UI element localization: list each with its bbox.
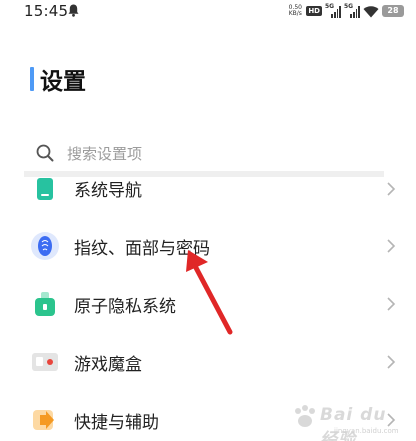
settings-item-atomic-privacy[interactable]: 原子隐私系统	[0, 275, 416, 333]
settings-item-label: 系统导航	[74, 181, 142, 201]
settings-item-label: 快捷与辅助	[74, 412, 159, 433]
settings-item-label: 指纹、面部与密码	[74, 238, 210, 259]
settings-item-fingerprint-face-password[interactable]: 指纹、面部与密码	[0, 217, 416, 275]
signal-strength-1-icon: 5G	[325, 3, 341, 18]
title-accent-bar	[30, 67, 34, 91]
chevron-right-icon	[387, 297, 396, 311]
watermark-url: jingyan.baidu.com	[334, 427, 399, 435]
status-bar: 15:45 0.50 KB/s HD 5G 5G 28	[0, 0, 416, 24]
settings-item-label: 游戏魔盒	[74, 354, 142, 375]
settings-item-system-navigation[interactable]: 系统导航	[0, 178, 416, 204]
notification-bell-icon	[68, 4, 79, 17]
search-placeholder: 搜索设置项	[67, 144, 143, 163]
chevron-right-icon	[387, 355, 396, 369]
game-box-icon	[30, 347, 60, 377]
wifi-icon	[363, 5, 379, 17]
paw-logo-icon	[295, 405, 315, 427]
hd-badge: HD	[306, 6, 322, 16]
chevron-right-icon	[387, 182, 396, 196]
privacy-icon	[30, 289, 60, 319]
search-icon	[36, 144, 54, 162]
page-title: 设置	[40, 69, 86, 95]
fingerprint-icon	[30, 231, 60, 261]
battery-icon: 28	[382, 5, 404, 17]
navigation-icon	[30, 178, 60, 204]
watermark: Bai du 经验 jingyan.baidu.com	[290, 399, 410, 441]
shortcut-icon	[30, 405, 60, 435]
network-speed: 0.50 KB/s	[288, 4, 302, 17]
chevron-right-icon	[387, 239, 396, 253]
search-divider	[24, 171, 384, 177]
page-header: 设置	[30, 64, 86, 95]
signal-strength-2-icon: 5G	[344, 3, 360, 18]
status-indicators: 0.50 KB/s HD 5G 5G 28	[287, 2, 404, 20]
status-time: 15:45	[24, 2, 69, 20]
watermark-text: Bai du 经验	[320, 405, 387, 441]
settings-item-game-box[interactable]: 游戏魔盒	[0, 333, 416, 391]
search-input[interactable]: 搜索设置项	[24, 136, 384, 170]
settings-item-label: 原子隐私系统	[74, 296, 176, 317]
